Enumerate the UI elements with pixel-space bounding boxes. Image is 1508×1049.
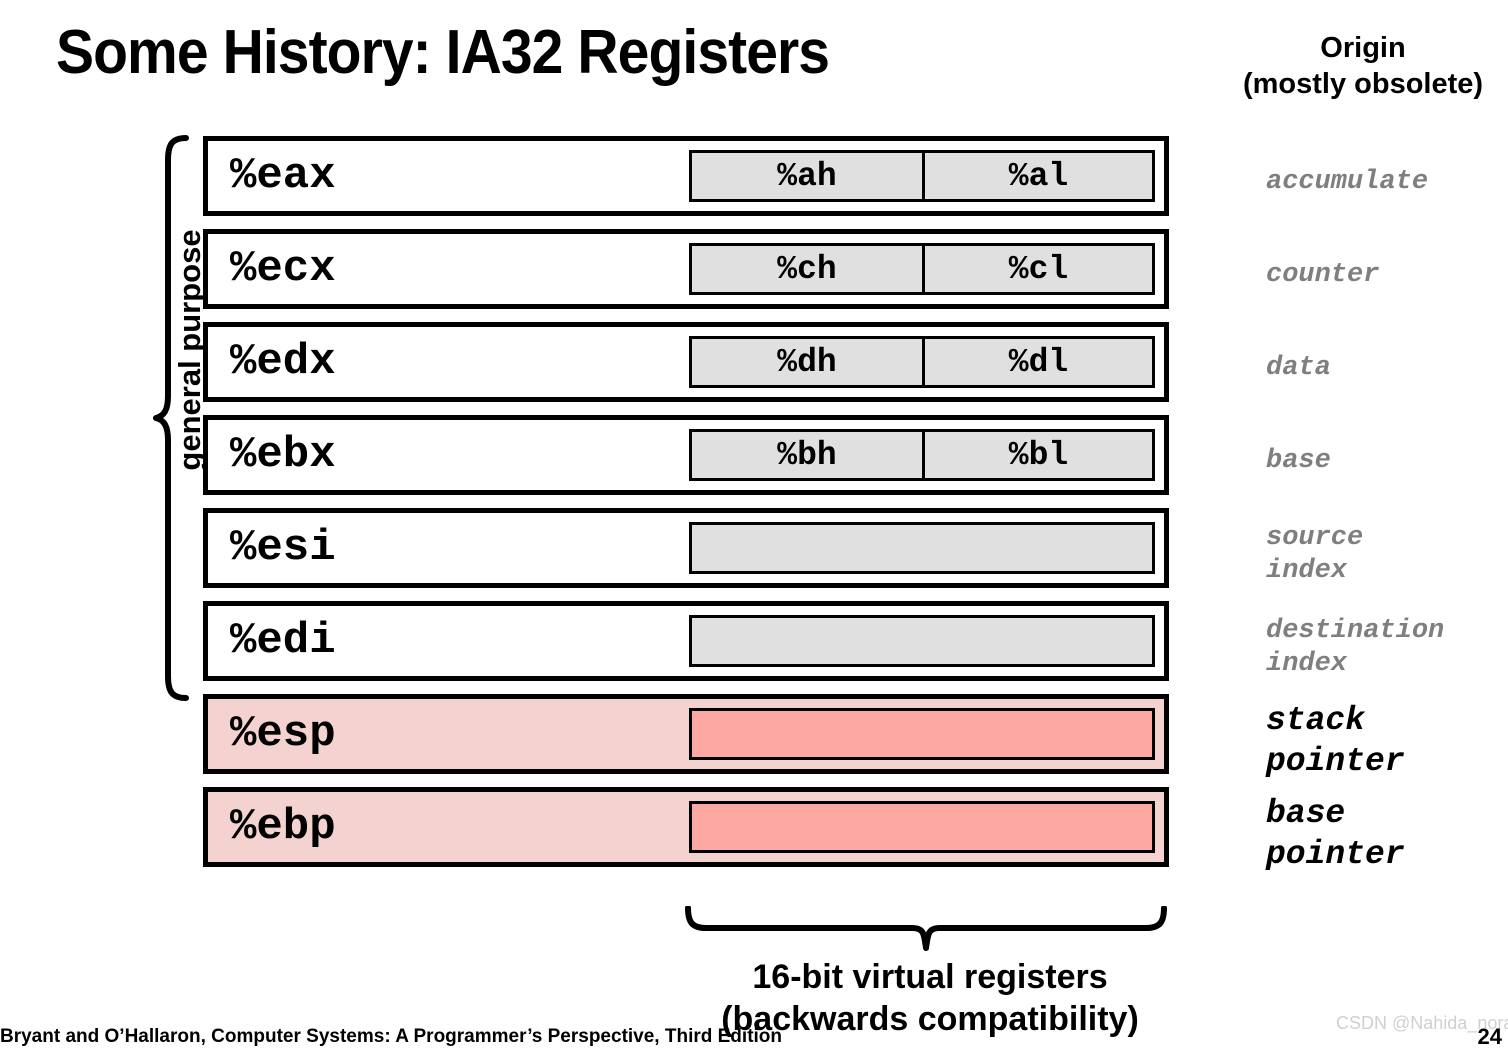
register-16bit-box: %ah %al <box>689 150 1155 202</box>
register-row: %ecx%cx%ch%cl <box>203 229 1169 309</box>
register-row: %ebx%bx%bh%bl <box>203 415 1169 495</box>
register-row: %ebp%bp <box>203 787 1169 867</box>
register-row: %edi%di <box>203 601 1169 681</box>
origin-label-line: index <box>1266 648 1348 679</box>
bottom-curly-brace-icon <box>685 905 1167 951</box>
register-high-byte: %ch <box>777 250 837 288</box>
origin-label-line: data <box>1266 353 1331 383</box>
register-low-byte: %al <box>922 153 1152 199</box>
origin-label: base <box>1266 415 1508 508</box>
origin-column-header: Origin (mostly obsolete) <box>1218 30 1508 102</box>
register-table: %eax%ax%ah%al%ecx%cx%ch%cl%edx%dx%dh%dl%… <box>203 136 1169 880</box>
origin-label-line: source <box>1266 522 1364 553</box>
register-high-byte: %ah <box>777 157 837 195</box>
register-16bit-box <box>689 708 1155 760</box>
register-row: %edx%dx%dh%dl <box>203 322 1169 402</box>
page-title: Some History: IA32 Registers <box>56 18 830 87</box>
register-row: %eax%ax%ah%al <box>203 136 1169 216</box>
register-name-32bit: %esp <box>230 709 336 759</box>
page-number: 24 <box>1477 1024 1502 1049</box>
register-name-32bit: %esi <box>230 523 336 573</box>
origin-label-line: index <box>1266 555 1348 586</box>
origin-label-line: stack <box>1266 701 1366 739</box>
register-16bit-box <box>689 615 1155 667</box>
origin-label-line: counter <box>1266 260 1380 290</box>
register-name-32bit: %ecx <box>230 244 336 294</box>
origin-label-line: accumulate <box>1266 167 1429 197</box>
register-16bit-box: %bh %bl <box>689 429 1155 481</box>
footer-citation: Bryant and O’Hallaron, Computer Systems:… <box>0 1026 783 1047</box>
register-16bit-box <box>689 801 1155 853</box>
register-row: %esp%sp <box>203 694 1169 774</box>
origin-header-line2: (mostly obsolete) <box>1242 68 1484 100</box>
origin-label: accumulate <box>1266 136 1508 229</box>
sixteen-bit-brace <box>684 905 1168 952</box>
origin-label: source index <box>1266 508 1508 601</box>
register-row: %esi%si <box>203 508 1169 588</box>
origin-label-line: base <box>1266 794 1346 832</box>
origin-label-line: base <box>1266 446 1331 476</box>
register-16bit-box: %dh %dl <box>689 336 1155 388</box>
register-low-byte: %bl <box>922 432 1152 478</box>
register-low-byte: %cl <box>922 246 1152 292</box>
origin-label-column: accumulate counter data base source index dest… <box>1266 136 1508 880</box>
origin-label-line: destination <box>1266 615 1445 646</box>
origin-label: data <box>1266 322 1508 415</box>
register-name-32bit: %ebp <box>230 802 336 852</box>
general-purpose-brace: general purpose <box>153 134 207 702</box>
register-name-32bit: %eax <box>230 151 336 201</box>
register-name-32bit: %edi <box>230 616 336 666</box>
register-low-byte: %dl <box>922 339 1152 385</box>
register-name-32bit: %edx <box>230 337 336 387</box>
origin-label-line: pointer <box>1266 742 1405 780</box>
sixteen-bit-caption-line1: 16-bit virtual registers <box>752 958 1108 996</box>
register-high-byte: %bh <box>777 436 837 474</box>
register-name-32bit: %ebx <box>230 430 336 480</box>
origin-label: base pointer <box>1266 787 1508 880</box>
register-16bit-box: %ch %cl <box>689 243 1155 295</box>
origin-label-line: pointer <box>1266 835 1405 873</box>
register-16bit-box <box>689 522 1155 574</box>
origin-label: counter <box>1266 229 1508 322</box>
origin-label: stack pointer <box>1266 694 1508 787</box>
origin-header-line1: Origin <box>1320 32 1406 64</box>
origin-label: destination index <box>1266 601 1508 694</box>
register-high-byte: %dh <box>777 343 837 381</box>
